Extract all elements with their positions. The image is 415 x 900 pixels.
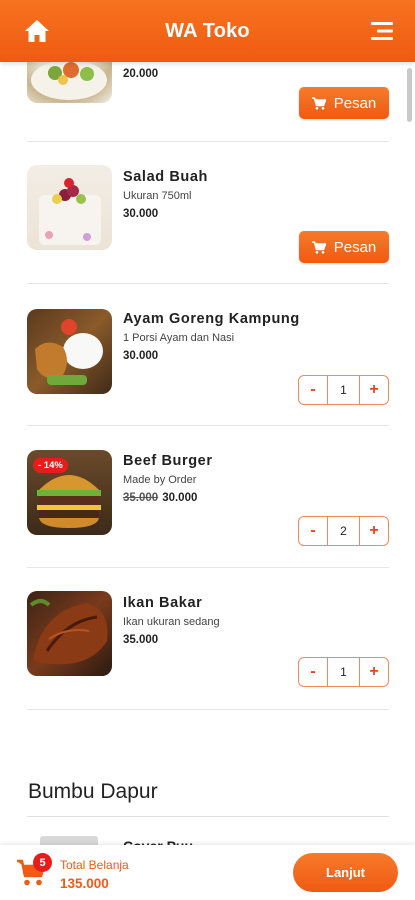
decrement-button[interactable]: - bbox=[299, 376, 327, 404]
increment-button[interactable]: + bbox=[360, 376, 388, 404]
product-image[interactable] bbox=[27, 165, 112, 250]
product-name: Ayam Goreng Kampung bbox=[123, 311, 300, 327]
menu-icon[interactable] bbox=[371, 21, 393, 41]
discount-badge: - 14% bbox=[33, 458, 68, 473]
decrement-button[interactable]: - bbox=[299, 517, 327, 545]
cart-count-badge: 5 bbox=[33, 853, 52, 872]
list-item: - 14% Beef Burger Made by Order 35.000 30… bbox=[27, 426, 389, 568]
product-image[interactable] bbox=[27, 62, 112, 103]
order-label: Pesan bbox=[333, 94, 377, 112]
product-price: 30.000 bbox=[123, 208, 159, 220]
order-button[interactable]: Pesan bbox=[299, 87, 389, 119]
scrollbar[interactable] bbox=[407, 68, 412, 122]
order-label: Pesan bbox=[333, 238, 377, 256]
increment-button[interactable]: + bbox=[360, 517, 388, 545]
decrement-button[interactable]: - bbox=[299, 658, 327, 686]
quantity-stepper[interactable]: - 1 + bbox=[298, 657, 389, 687]
home-icon[interactable] bbox=[24, 19, 50, 43]
fried-chicken-icon bbox=[35, 319, 103, 385]
grilled-fish-icon bbox=[29, 599, 108, 665]
list-item: Salad Buah Ukuran 750ml 30.000 Pesan bbox=[27, 142, 389, 284]
product-image[interactable] bbox=[27, 591, 112, 676]
fruit-salad-icon bbox=[39, 178, 101, 245]
list-item: 20.000 Pesan bbox=[27, 62, 389, 142]
product-price: 35.000 bbox=[123, 634, 159, 646]
quantity-value[interactable]: 1 bbox=[327, 376, 360, 404]
total-value: 135.000 bbox=[60, 876, 109, 891]
original-price: 35.000 bbox=[123, 492, 159, 504]
total-label: Total Belanja bbox=[60, 858, 129, 872]
app-header: WA Toko bbox=[0, 0, 415, 62]
quantity-stepper[interactable]: - 1 + bbox=[298, 375, 389, 405]
app-title: WA Toko bbox=[165, 19, 250, 42]
product-name: Ikan Bakar bbox=[123, 595, 203, 611]
product-image[interactable] bbox=[40, 836, 98, 845]
cart-icon bbox=[311, 96, 326, 110]
product-price: 30.000 bbox=[123, 350, 159, 362]
product-name: Beef Burger bbox=[123, 453, 213, 469]
quantity-stepper[interactable]: - 2 + bbox=[298, 516, 389, 546]
order-button[interactable]: Pesan bbox=[299, 231, 389, 263]
product-price: 35.000 30.000 bbox=[123, 492, 197, 504]
product-list[interactable]: 20.000 Pesan Salad Buah Ukuran 750ml 30.… bbox=[0, 62, 415, 845]
next-button[interactable]: Lanjut bbox=[293, 853, 398, 892]
section-divider bbox=[27, 816, 389, 817]
increment-button[interactable]: + bbox=[360, 658, 388, 686]
list-item: Ayam Goreng Kampung 1 Porsi Ayam dan Nas… bbox=[27, 284, 389, 426]
list-item: Ikan Bakar Ikan ukuran sedang 35.000 - 1… bbox=[27, 568, 389, 710]
cart-icon bbox=[311, 240, 326, 254]
product-image[interactable]: - 14% bbox=[27, 450, 112, 535]
product-desc: Ikan ukuran sedang bbox=[123, 616, 220, 628]
quantity-value[interactable]: 2 bbox=[327, 517, 360, 545]
section-title: Bumbu Dapur bbox=[28, 780, 158, 803]
quantity-value[interactable]: 1 bbox=[327, 658, 360, 686]
product-desc: Made by Order bbox=[123, 474, 197, 486]
discounted-price: 30.000 bbox=[162, 492, 198, 504]
product-desc: 1 Porsi Ayam dan Nasi bbox=[123, 332, 235, 344]
product-name: Salad Buah bbox=[123, 169, 208, 185]
checkout-bar: 5 Total Belanja 135.000 Lanjut bbox=[0, 845, 415, 900]
product-price: 20.000 bbox=[123, 68, 159, 80]
product-name: Cover Puu bbox=[123, 836, 203, 845]
product-image[interactable] bbox=[27, 309, 112, 394]
salad-icon bbox=[31, 62, 107, 100]
product-desc: Ukuran 750ml bbox=[123, 190, 192, 202]
